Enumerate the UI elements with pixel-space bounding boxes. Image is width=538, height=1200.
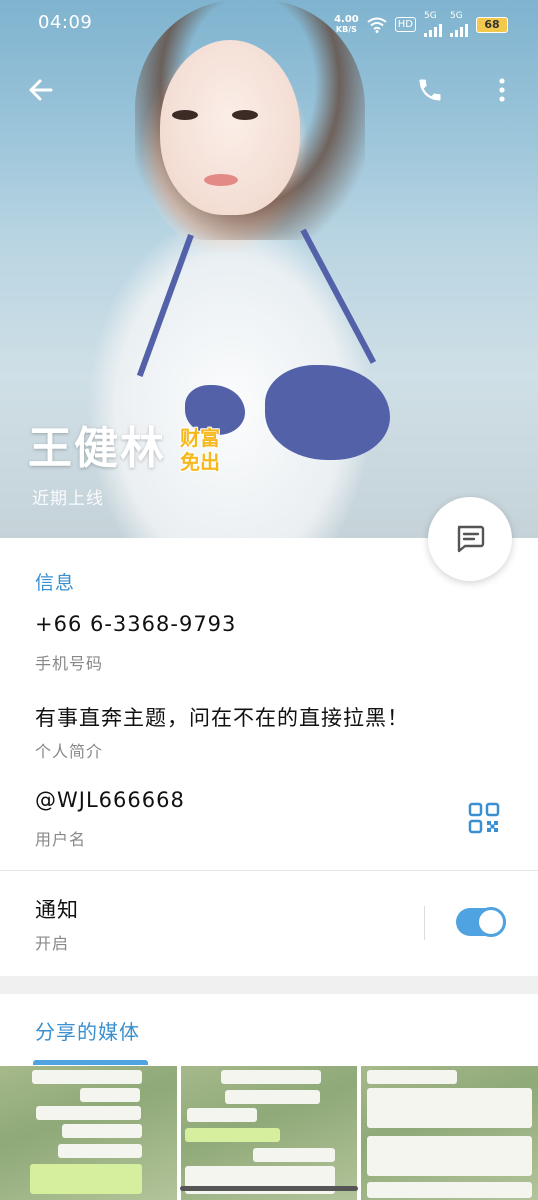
bio-label: 个人简介 <box>35 742 104 761</box>
status-time: 04:09 <box>38 12 93 33</box>
qr-code-button[interactable] <box>468 802 500 834</box>
call-button[interactable] <box>406 66 454 114</box>
sim2-label: 5G <box>450 11 463 21</box>
profile-name-block: 王健林 财富 免出 <box>28 412 220 476</box>
username-label: 用户名 <box>35 830 87 849</box>
qr-code-icon <box>468 802 500 834</box>
hd-badge: HD <box>394 17 416 32</box>
battery-icon: 68 <box>476 16 508 33</box>
notifications-status: 开启 <box>35 934 70 953</box>
profile-name: 王健林 <box>28 423 166 474</box>
signal-bars-icon <box>424 21 442 37</box>
media-grid <box>0 1066 538 1200</box>
sim1-label: 5G <box>424 11 437 21</box>
toggle-knob <box>476 907 506 937</box>
more-options-button[interactable] <box>478 66 526 114</box>
signal-1: 5G <box>424 12 442 37</box>
wifi-icon <box>367 17 387 33</box>
photo-strap-right <box>300 228 377 364</box>
photo-strap-left <box>136 233 194 377</box>
notifications-title: 通知 <box>35 898 79 922</box>
last-seen-status: 近期上线 <box>32 489 104 509</box>
info-section: 信息 +66 6-3368-9793 手机号码 有事直奔主题，问在不在的直接拉黑… <box>0 538 538 976</box>
vertical-divider <box>424 906 425 940</box>
network-speed: 4.00 KB/S <box>334 13 359 35</box>
name-sticker: 财富 免出 <box>180 426 220 474</box>
back-button[interactable] <box>17 66 65 114</box>
shared-media-section: 分享的媒体 <box>0 994 538 1200</box>
username[interactable]: @WJL666668 <box>35 788 185 812</box>
tab-indicator <box>33 1060 148 1065</box>
media-thumbnail[interactable] <box>361 1066 538 1200</box>
home-indicator[interactable] <box>180 1186 358 1191</box>
photo-lips <box>204 174 238 186</box>
shared-media-title[interactable]: 分享的媒体 <box>35 1016 140 1045</box>
status-bar: 04:09 4.00 KB/S HD 5G 5G 68 <box>0 0 538 48</box>
media-thumbnail[interactable] <box>0 1066 177 1200</box>
more-vertical-icon <box>499 78 505 102</box>
chat-bubble-icon <box>457 525 485 553</box>
network-speed-value: 4.00 <box>334 13 359 25</box>
info-section-title: 信息 <box>35 572 76 594</box>
bio-text[interactable]: 有事直奔主题，问在不在的直接拉黑！ <box>35 702 409 732</box>
divider <box>0 870 538 871</box>
send-message-button[interactable] <box>428 497 512 581</box>
signal-2: 5G <box>450 12 468 37</box>
media-thumbnail[interactable] <box>180 1066 358 1200</box>
top-app-bar <box>0 62 538 118</box>
signal-bars-icon <box>450 21 468 37</box>
status-indicators: 4.00 KB/S HD 5G 5G 68 <box>334 12 508 37</box>
phone-icon <box>419 79 441 101</box>
notifications-toggle[interactable] <box>456 907 506 937</box>
phone-label: 手机号码 <box>35 654 104 673</box>
phone-number[interactable]: +66 6-3368-9793 <box>35 612 236 636</box>
photo-top-right <box>265 365 390 460</box>
sticker-line-1: 财富 <box>180 426 220 450</box>
arrow-left-icon <box>29 79 53 101</box>
sticker-line-2: 免出 <box>180 450 220 474</box>
network-speed-unit: KB/S <box>335 24 357 34</box>
